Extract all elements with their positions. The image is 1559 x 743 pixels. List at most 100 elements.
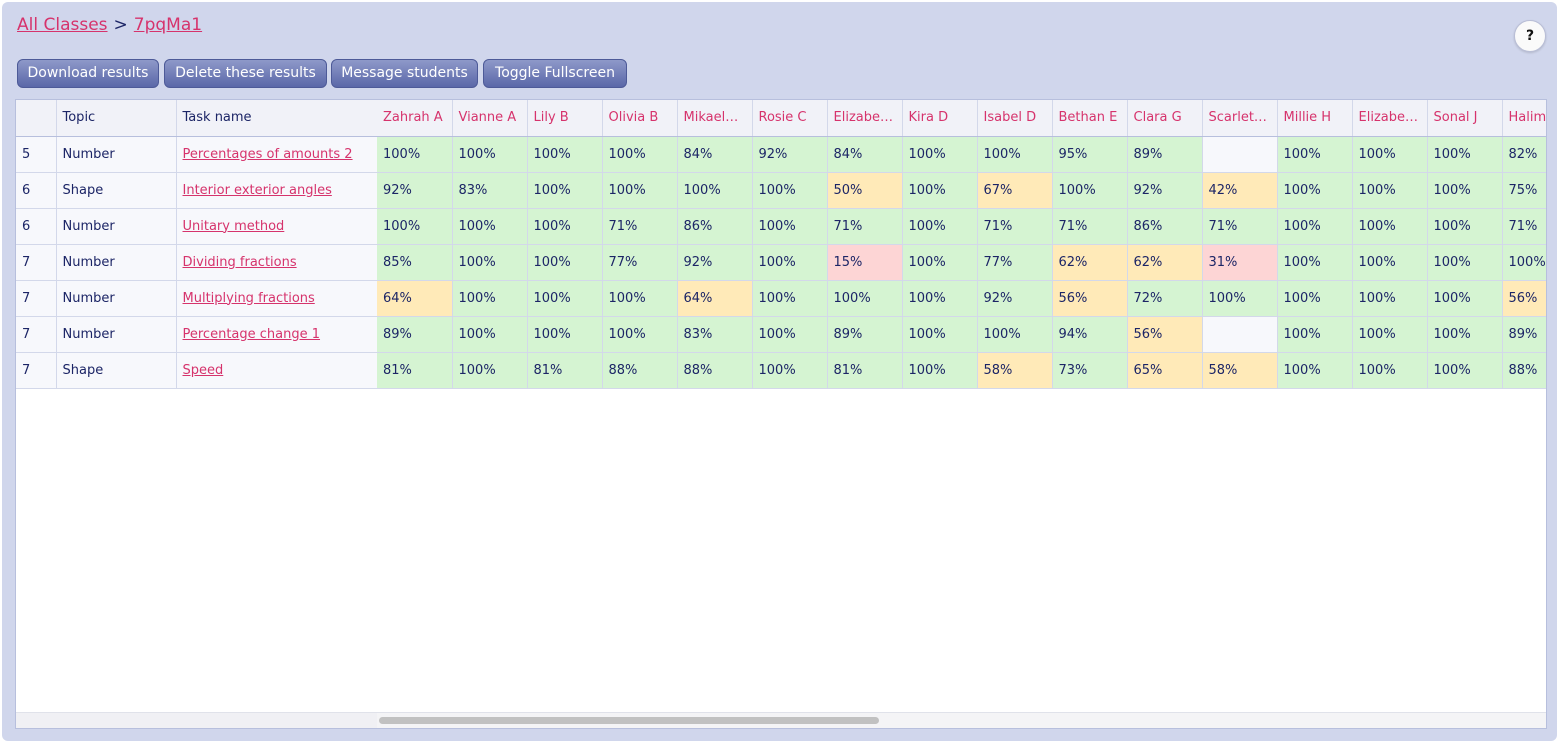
score-cell[interactable]: 100% <box>452 244 528 281</box>
scores-viewport[interactable]: Zahrah A Vianne A Lily B Olivia B Mikaela… Ro… <box>377 100 1546 728</box>
score-cell[interactable]: 67% <box>977 172 1053 209</box>
score-cell[interactable]: 95% <box>1052 136 1128 173</box>
score-cell[interactable]: 71% <box>602 208 678 245</box>
toggle-fullscreen-button[interactable]: Toggle Fullscreen <box>483 59 627 88</box>
score-cell[interactable]: 100% <box>977 136 1053 173</box>
score-cell[interactable]: 86% <box>677 208 753 245</box>
score-cell[interactable]: 84% <box>677 136 753 173</box>
score-cell[interactable]: 100% <box>1427 172 1503 209</box>
score-cell[interactable]: 100% <box>1277 352 1353 389</box>
score-cell[interactable]: 92% <box>977 280 1053 317</box>
delete-results-button[interactable]: Delete these results <box>164 59 327 88</box>
score-cell[interactable]: 100% <box>1427 136 1503 173</box>
score-cell[interactable]: 100% <box>902 352 978 389</box>
task-name-link[interactable]: Interior exterior angles <box>183 183 332 198</box>
help-button[interactable]: ? <box>1514 20 1546 52</box>
student-header[interactable]: Zahrah A <box>377 100 453 137</box>
score-cell[interactable]: 100% <box>902 208 978 245</box>
score-cell[interactable]: 100% <box>1352 244 1428 281</box>
score-cell[interactable]: 58% <box>1202 352 1278 389</box>
score-cell[interactable]: 75% <box>1502 172 1546 209</box>
score-cell[interactable]: 100% <box>602 172 678 209</box>
message-students-button[interactable]: Message students <box>331 59 478 88</box>
score-cell[interactable]: 81% <box>827 352 903 389</box>
student-header[interactable]: Elizabet… <box>827 100 903 137</box>
score-cell[interactable]: 100% <box>527 208 603 245</box>
score-cell[interactable]: 100% <box>452 352 528 389</box>
score-cell[interactable]: 83% <box>452 172 528 209</box>
score-cell[interactable] <box>1202 136 1278 173</box>
score-cell[interactable]: 100% <box>677 172 753 209</box>
score-cell[interactable]: 100% <box>527 316 603 353</box>
score-cell[interactable]: 82% <box>1502 136 1546 173</box>
score-cell[interactable]: 100% <box>1277 208 1353 245</box>
score-cell[interactable]: 100% <box>1352 208 1428 245</box>
student-header[interactable]: Mikaela… <box>677 100 753 137</box>
score-cell[interactable]: 81% <box>377 352 453 389</box>
score-cell[interactable]: 100% <box>977 316 1053 353</box>
score-cell[interactable]: 100% <box>1427 244 1503 281</box>
score-cell[interactable]: 42% <box>1202 172 1278 209</box>
score-cell[interactable]: 56% <box>1127 316 1203 353</box>
student-header[interactable]: Elizabet… <box>1352 100 1428 137</box>
student-header[interactable]: Vianne A <box>452 100 528 137</box>
score-cell[interactable]: 100% <box>1427 316 1503 353</box>
score-cell[interactable]: 71% <box>827 208 903 245</box>
horizontal-scrollbar[interactable] <box>377 712 1546 728</box>
score-cell[interactable]: 71% <box>1202 208 1278 245</box>
task-name-link[interactable]: Percentages of amounts 2 <box>183 147 353 162</box>
score-cell[interactable]: 56% <box>1052 280 1128 317</box>
task-name-link[interactable]: Unitary method <box>183 219 285 234</box>
download-results-button[interactable]: Download results <box>17 59 159 88</box>
score-cell[interactable]: 92% <box>677 244 753 281</box>
student-header[interactable]: Lily B <box>527 100 603 137</box>
student-header[interactable]: Kira D <box>902 100 978 137</box>
breadcrumb-all-classes-link[interactable]: All Classes <box>17 15 108 35</box>
task-name-link[interactable]: Multiplying fractions <box>183 291 315 306</box>
score-cell[interactable]: 89% <box>377 316 453 353</box>
score-cell[interactable]: 86% <box>1127 208 1203 245</box>
score-cell[interactable]: 88% <box>1502 352 1546 389</box>
score-cell[interactable]: 92% <box>752 136 828 173</box>
score-cell[interactable]: 88% <box>677 352 753 389</box>
score-cell[interactable]: 100% <box>1277 316 1353 353</box>
score-cell[interactable]: 100% <box>752 172 828 209</box>
score-cell[interactable]: 92% <box>377 172 453 209</box>
score-cell[interactable]: 100% <box>1277 172 1353 209</box>
student-header[interactable]: Sonal J <box>1427 100 1503 137</box>
score-cell[interactable]: 100% <box>1277 244 1353 281</box>
scrollbar-thumb[interactable] <box>379 717 879 724</box>
score-cell[interactable]: 100% <box>527 172 603 209</box>
score-cell[interactable]: 100% <box>1352 352 1428 389</box>
score-cell[interactable]: 88% <box>602 352 678 389</box>
score-cell[interactable]: 72% <box>1127 280 1203 317</box>
score-cell[interactable]: 100% <box>602 136 678 173</box>
score-cell[interactable]: 81% <box>527 352 603 389</box>
score-cell[interactable]: 85% <box>377 244 453 281</box>
score-cell[interactable]: 100% <box>752 316 828 353</box>
header-topic[interactable]: Topic <box>56 100 177 137</box>
task-name-link[interactable]: Speed <box>183 363 224 378</box>
score-cell[interactable]: 100% <box>1502 244 1546 281</box>
score-cell[interactable]: 100% <box>452 280 528 317</box>
student-header[interactable]: Rosie C <box>752 100 828 137</box>
score-cell[interactable]: 71% <box>977 208 1053 245</box>
student-header[interactable]: Scarlett… <box>1202 100 1278 137</box>
score-cell[interactable]: 100% <box>752 244 828 281</box>
score-cell[interactable]: 100% <box>1052 172 1128 209</box>
score-cell[interactable]: 56% <box>1502 280 1546 317</box>
score-cell[interactable]: 84% <box>827 136 903 173</box>
score-cell[interactable]: 100% <box>1202 280 1278 317</box>
score-cell[interactable]: 100% <box>902 316 978 353</box>
score-cell[interactable]: 100% <box>602 280 678 317</box>
student-header[interactable]: Olivia B <box>602 100 678 137</box>
score-cell[interactable]: 73% <box>1052 352 1128 389</box>
score-cell[interactable]: 100% <box>452 316 528 353</box>
score-cell[interactable]: 100% <box>452 136 528 173</box>
score-cell[interactable]: 100% <box>752 280 828 317</box>
score-cell[interactable]: 89% <box>1502 316 1546 353</box>
score-cell[interactable]: 100% <box>1277 136 1353 173</box>
score-cell[interactable]: 15% <box>827 244 903 281</box>
score-cell[interactable]: 31% <box>1202 244 1278 281</box>
score-cell[interactable]: 100% <box>827 280 903 317</box>
